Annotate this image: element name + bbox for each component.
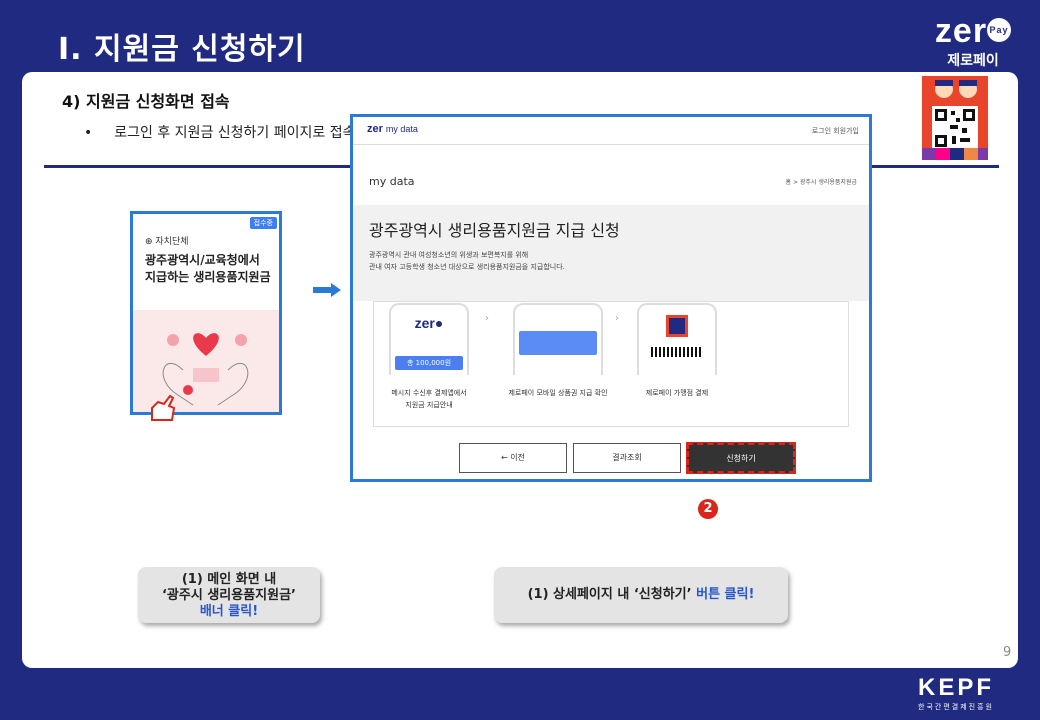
detail-page-title: 광주광역시 생리용품지원금 지급 신청: [369, 221, 620, 240]
prev-button[interactable]: ← 이전: [459, 443, 567, 473]
auth-links[interactable]: 로그인 회원가입: [812, 126, 859, 136]
poster-color-strip: [922, 148, 988, 160]
site-logo[interactable]: zer my data: [367, 123, 418, 135]
brand-pay-badge: Pay: [987, 18, 1012, 42]
detail-description: 광주광역시 관내 여성청소년의 위생과 보편복지를 위해 관내 여자 고등학생 …: [369, 251, 565, 271]
apply-button[interactable]: 신청하기: [686, 442, 796, 474]
page-title: Ⅰ. 지원금 신청하기: [58, 32, 306, 67]
callout-banner-click: (1) 메인 화면 내 ‘광주시 생리용품지원금’ 배너 클릭!: [138, 567, 320, 623]
banner-headline: 광주광역시/교육청에서 지급하는 생리용품지원금: [145, 253, 271, 284]
detail-page-screenshot: zer my data 로그인 회원가입 my data 홈 > 광주시 생리용품…: [350, 114, 872, 482]
brand-name: zer: [934, 12, 988, 50]
section-subtitle: 4) 지원금 신청화면 접속: [62, 92, 230, 111]
zeropay-qr-poster: [920, 74, 990, 162]
breadcrumb: 홈 > 광주시 생리용품지원금: [785, 179, 857, 186]
pointer-hand-icon: [151, 394, 176, 421]
step-label-2: 제로페이 모바일 상품권 지급 확인: [508, 389, 608, 397]
mascot-characters-icon: [935, 80, 977, 98]
result-lookup-button[interactable]: 결과조회: [573, 443, 681, 473]
kepf-logo: KEPF 한국간편결제진흥원: [918, 674, 995, 712]
page-label: my data: [369, 175, 415, 188]
site-topbar: zer my data 로그인 회원가입: [353, 117, 869, 145]
page-number: 9: [1003, 645, 1012, 660]
bullet-dot: •: [84, 125, 93, 141]
step-phone-3: [637, 303, 717, 375]
brand-korean: 제로페이: [947, 53, 999, 69]
zeropay-brand-logo: zer Pay 제로페이: [928, 14, 1018, 70]
step-badge-2: 2: [698, 499, 718, 519]
zero-logo-icon: zer●: [414, 315, 444, 331]
qr-code-icon: [666, 315, 688, 337]
arrow-right-icon: [313, 283, 341, 297]
callout-apply-click: (1) 상세페이지 내 ‘신청하기’ 버튼 클릭!: [494, 567, 788, 623]
chevron-right-icon: ›: [485, 313, 489, 324]
amount-pill: 총 100,000원: [395, 356, 463, 370]
chevron-right-icon: ›: [615, 313, 619, 324]
subsidy-banner-card[interactable]: 접수중 ⊕ 자치단체 광주광역시/교육청에서 지급하는 생리용품지원금: [130, 211, 282, 415]
step-phone-2: [513, 303, 603, 375]
barcode-icon: [651, 347, 703, 357]
step-label-1: 메시지 수신후 결제앱에서 지원금 지급안내: [391, 389, 467, 409]
status-badge: 접수중: [249, 217, 277, 229]
banner-org-label: ⊕ 자치단체: [145, 237, 189, 247]
gift-card-icon: [519, 331, 597, 355]
qr-code-icon: [932, 106, 978, 150]
step-label-3: 제로페이 가맹점 결제: [645, 389, 709, 397]
